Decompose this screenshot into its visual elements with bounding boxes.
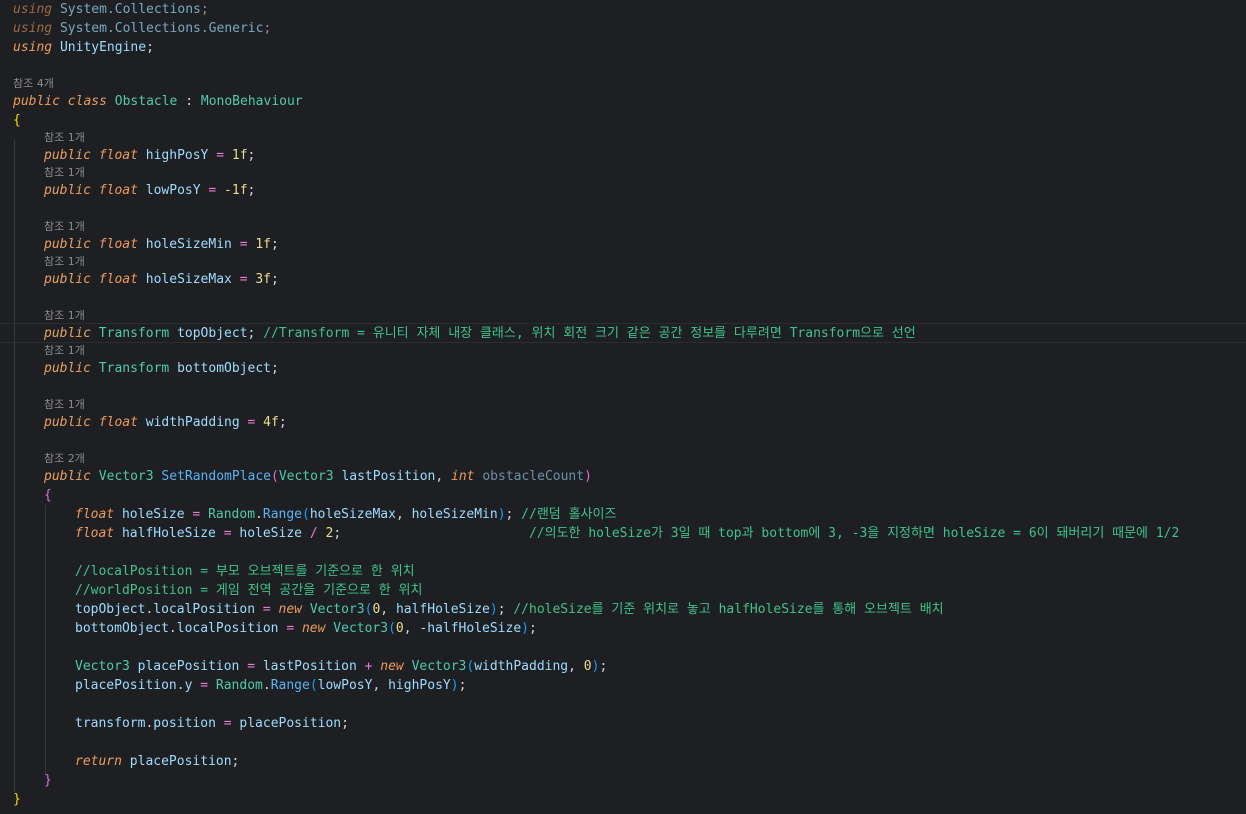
codelens-references[interactable]: 참조 1개 [44, 165, 85, 181]
code-line: float holeSize = Random.Range(holeSizeMa… [75, 507, 617, 522]
code-line: //localPosition = 부모 오브젝트를 기준으로 한 위치 [75, 564, 415, 579]
code-line: transform.position = placePosition; [75, 716, 349, 731]
code-editor[interactable]: using System.Collections; using System.C… [0, 0, 1246, 814]
codelens-references[interactable]: 참조 1개 [44, 254, 85, 270]
code-line: return placePosition; [75, 754, 240, 769]
code-line: bottomObject.localPosition = new Vector3… [75, 621, 537, 636]
code-line: using System.Collections; [13, 2, 209, 17]
code-line: { [13, 113, 21, 128]
code-line: using UnityEngine; [13, 40, 154, 55]
code-line: public Transform bottomObject; [44, 361, 279, 376]
code-line: } [13, 792, 21, 807]
code-line: { [44, 488, 52, 503]
codelens-references[interactable]: 참조 1개 [44, 343, 85, 359]
codelens-references[interactable]: 참조 2개 [44, 451, 85, 467]
code-line: //worldPosition = 게임 전역 공간을 기준으로 한 위치 [75, 583, 423, 598]
indent-guide [14, 140, 15, 792]
codelens-references[interactable]: 참조 1개 [44, 397, 85, 413]
code-line: topObject.localPosition = new Vector3(0,… [75, 602, 944, 617]
codelens-references[interactable]: 참조 1개 [44, 219, 85, 235]
code-line: public float lowPosY = -1f; [44, 183, 256, 198]
code-line: using System.Collections.Generic; [13, 21, 272, 36]
code-line: public Transform topObject; //Transform … [44, 326, 916, 341]
indent-guide [45, 505, 46, 775]
code-line: placePosition.y = Random.Range(lowPosY, … [75, 678, 467, 693]
codelens-references[interactable]: 참조 4개 [13, 76, 54, 92]
code-line: public float highPosY = 1f; [44, 148, 256, 163]
code-line: public class Obstacle : MonoBehaviour [13, 94, 303, 109]
code-line: } [44, 773, 52, 788]
code-line: public float holeSizeMin = 1f; [44, 237, 279, 252]
codelens-references[interactable]: 참조 1개 [44, 130, 85, 146]
code-line: public Vector3 SetRandomPlace(Vector3 la… [44, 469, 592, 484]
code-line: float halfHoleSize = holeSize / 2; //의도한… [75, 526, 1180, 541]
code-line: public float widthPadding = 4f; [44, 415, 287, 430]
codelens-references[interactable]: 참조 1개 [44, 308, 85, 324]
code-line: public float holeSizeMax = 3f; [44, 272, 279, 287]
code-line: Vector3 placePosition = lastPosition + n… [75, 659, 608, 674]
